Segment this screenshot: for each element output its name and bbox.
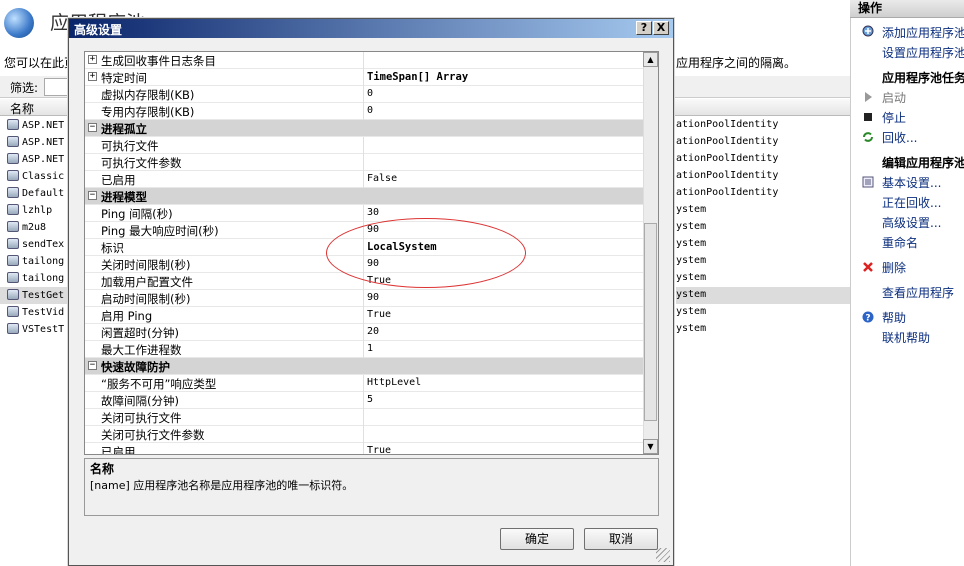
property-row[interactable]: 可执行文件 xyxy=(85,137,643,154)
column-divider xyxy=(363,443,364,454)
property-row[interactable]: 专用内存限制(KB) 0 xyxy=(85,103,643,120)
property-value[interactable]: 90 xyxy=(367,292,379,303)
property-name: 闲置超时(分钟) xyxy=(101,326,179,340)
column-divider xyxy=(363,137,364,154)
property-value[interactable]: TimeSpan[] Array xyxy=(367,71,468,83)
property-value[interactable]: True xyxy=(367,309,391,320)
property-name: 专用内存限制(KB) xyxy=(101,105,195,119)
scroll-up-arrow[interactable]: ▲ xyxy=(643,52,658,67)
column-divider xyxy=(363,171,364,188)
column-divider xyxy=(363,307,364,324)
property-value[interactable]: 0 xyxy=(367,105,373,116)
property-name: 关闭可执行文件 xyxy=(101,411,182,425)
category-label: 快速故障防护 xyxy=(101,360,170,374)
property-name: 已启用 xyxy=(101,173,136,187)
collapse-icon[interactable]: − xyxy=(88,191,97,200)
description-title: 名称 xyxy=(90,462,115,476)
property-name: 已启用 xyxy=(101,445,136,454)
property-row[interactable]: 启用 Ping True xyxy=(85,307,643,324)
column-divider xyxy=(363,409,364,426)
property-row[interactable]: 故障间隔(分钟) 5 xyxy=(85,392,643,409)
property-row[interactable]: “服务不可用”响应类型 HttpLevel xyxy=(85,375,643,392)
property-value[interactable]: 0 xyxy=(367,88,373,99)
property-name: 特定时间 xyxy=(101,71,147,85)
property-row[interactable]: 关闭可执行文件 xyxy=(85,409,643,426)
ok-button[interactable]: 确定 xyxy=(500,528,574,550)
scroll-thumb[interactable] xyxy=(644,223,657,421)
property-row[interactable]: 已启用 False xyxy=(85,171,643,188)
collapse-icon[interactable]: − xyxy=(88,361,97,370)
property-value[interactable]: 5 xyxy=(367,394,373,405)
column-divider xyxy=(363,103,364,120)
cancel-button[interactable]: 取消 xyxy=(584,528,658,550)
property-value[interactable]: False xyxy=(367,173,397,184)
property-name: 关闭时间限制(秒) xyxy=(101,258,191,272)
property-name: 加载用户配置文件 xyxy=(101,275,193,289)
property-name: Ping 最大响应时间(秒) xyxy=(101,224,219,238)
column-divider xyxy=(363,341,364,358)
property-name: 启动时间限制(秒) xyxy=(101,292,191,306)
property-row[interactable]: 启动时间限制(秒) 90 xyxy=(85,290,643,307)
property-row[interactable]: + 生成回收事件日志条目 xyxy=(85,52,643,69)
property-category[interactable]: − 进程孤立 xyxy=(85,120,643,137)
property-name: “服务不可用”响应类型 xyxy=(101,377,217,391)
property-row[interactable]: Ping 间隔(秒) 30 xyxy=(85,205,643,222)
property-row[interactable]: 虚拟内存限制(KB) 0 xyxy=(85,86,643,103)
column-divider xyxy=(363,290,364,307)
property-row[interactable]: + 特定时间 TimeSpan[] Array xyxy=(85,69,643,86)
property-category[interactable]: − 快速故障防护 xyxy=(85,358,643,375)
property-row[interactable]: 闲置超时(分钟) 20 xyxy=(85,324,643,341)
property-value[interactable]: 30 xyxy=(367,207,379,218)
property-value[interactable]: 20 xyxy=(367,326,379,337)
column-divider xyxy=(363,69,364,86)
property-name: 关闭可执行文件参数 xyxy=(101,428,205,442)
column-divider xyxy=(363,154,364,171)
property-name: 虚拟内存限制(KB) xyxy=(101,88,195,102)
property-value[interactable]: 1 xyxy=(367,343,373,354)
property-row[interactable]: 已启用 True xyxy=(85,443,643,454)
property-name: 启用 Ping xyxy=(101,309,153,323)
property-category[interactable]: − 进程模型 xyxy=(85,188,643,205)
expand-icon[interactable]: + xyxy=(88,72,97,81)
highlight-annotation xyxy=(326,218,526,288)
description-text: [name] 应用程序池名称是应用程序池的唯一标识符。 xyxy=(90,479,354,492)
property-name: 可执行文件参数 xyxy=(101,156,182,170)
resize-grip[interactable] xyxy=(656,548,670,562)
collapse-icon[interactable]: − xyxy=(88,123,97,132)
category-label: 进程孤立 xyxy=(101,122,147,136)
property-name: 标识 xyxy=(101,241,124,255)
property-name: 故障间隔(分钟) xyxy=(101,394,179,408)
column-divider xyxy=(363,205,364,222)
column-divider xyxy=(363,86,364,103)
column-divider xyxy=(363,52,364,69)
category-label: 进程模型 xyxy=(101,190,147,204)
property-name: 生成回收事件日志条目 xyxy=(101,54,216,68)
property-name: 最大工作进程数 xyxy=(101,343,182,357)
property-name: Ping 间隔(秒) xyxy=(101,207,173,221)
property-name: 可执行文件 xyxy=(101,139,159,153)
property-row[interactable]: 可执行文件参数 xyxy=(85,154,643,171)
scroll-down-arrow[interactable]: ▼ xyxy=(643,439,658,454)
column-divider xyxy=(363,426,364,443)
property-value[interactable]: HttpLevel xyxy=(367,377,421,388)
column-divider xyxy=(363,375,364,392)
property-row[interactable]: 关闭可执行文件参数 xyxy=(85,426,643,443)
expand-icon[interactable]: + xyxy=(88,55,97,64)
property-row[interactable]: 最大工作进程数 1 xyxy=(85,341,643,358)
column-divider xyxy=(363,324,364,341)
column-divider xyxy=(363,392,364,409)
property-value[interactable]: True xyxy=(367,445,391,454)
